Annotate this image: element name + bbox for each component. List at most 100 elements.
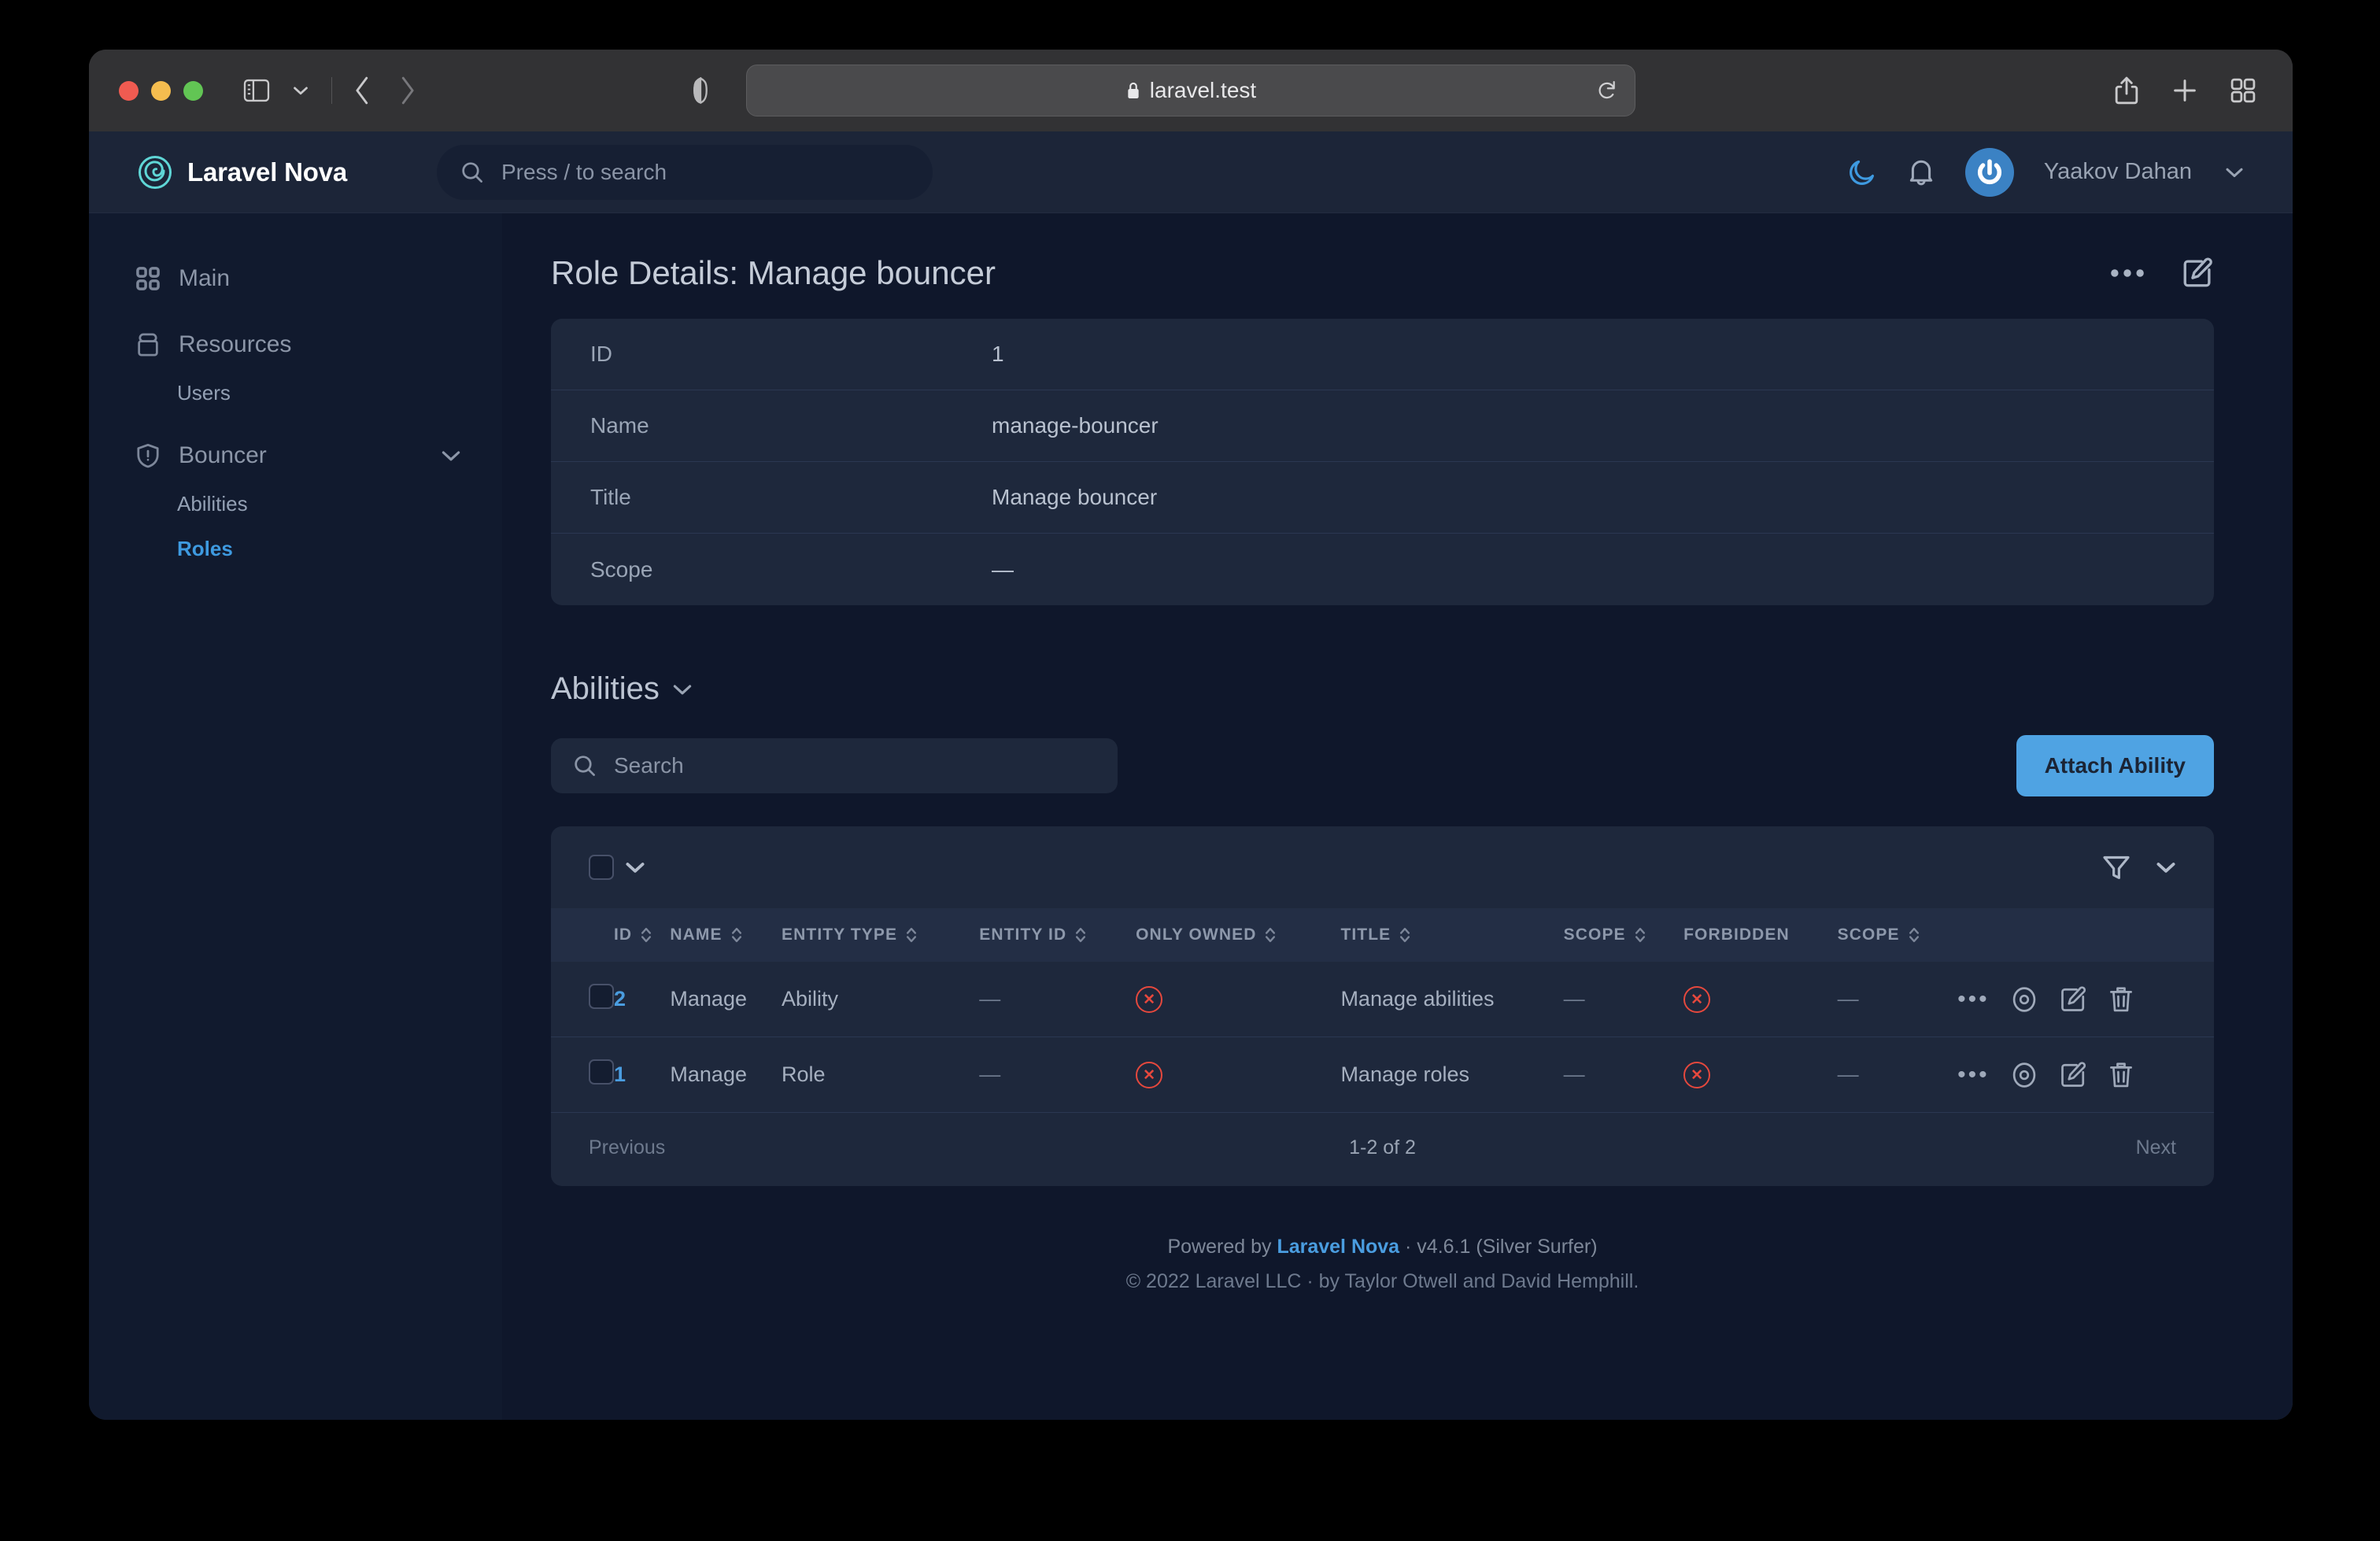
cell-entity-id: — <box>979 962 1136 1037</box>
page-action-buttons <box>2110 257 2214 290</box>
brand-name: Laravel Nova <box>187 157 348 187</box>
pagination-previous-button[interactable]: Previous <box>589 1136 665 1159</box>
sort-caret-icon <box>730 926 743 944</box>
row-edit-pencil-icon[interactable] <box>2059 1061 2087 1089</box>
tab-overview-grid-icon[interactable] <box>2225 72 2261 109</box>
sort-caret-icon <box>1074 926 1087 944</box>
column-title[interactable]: TITLE <box>1340 908 1564 962</box>
user-menu-chevron-down-icon[interactable] <box>2225 166 2244 179</box>
sidebar-item-main[interactable]: Main <box>89 253 502 305</box>
column-entity-type[interactable]: ENTITY TYPE <box>782 908 980 962</box>
sidebar-item-bouncer[interactable]: Bouncer <box>89 430 502 482</box>
cell-name: Manage <box>670 962 782 1037</box>
back-chevron-left-icon[interactable] <box>345 72 381 109</box>
filter-chevron-down-icon[interactable] <box>2156 861 2176 874</box>
user-name: Yaakov Dahan <box>2043 159 2192 184</box>
row-eye-icon[interactable] <box>2010 1061 2038 1089</box>
cell-forbidden: ✕ <box>1683 962 1838 1037</box>
column-entity-id[interactable]: ENTITY ID <box>979 908 1136 962</box>
cell-scope-2: — <box>1837 1037 1958 1113</box>
sidebar-item-abilities[interactable]: Abilities <box>89 482 502 527</box>
column-scope-2[interactable]: SCOPE <box>1837 908 1958 962</box>
new-tab-plus-icon[interactable] <box>2167 72 2203 109</box>
lock-icon <box>1125 81 1141 100</box>
row-eye-icon[interactable] <box>2010 985 2038 1014</box>
row-edit-pencil-icon[interactable] <box>2059 985 2087 1014</box>
table-row[interactable]: 1 Manage Role — ✕ Manage roles — ✕ — ••• <box>551 1037 2214 1113</box>
table-row[interactable]: 2 Manage Ability — ✕ Manage abilities — … <box>551 962 2214 1037</box>
browser-nav-group <box>238 72 425 109</box>
relation-index-card: ID NAME ENTITY TYPE ENTITY ID ONLY OWNED… <box>551 826 2214 1186</box>
share-icon[interactable] <box>2108 72 2145 109</box>
select-all-checkbox[interactable] <box>589 855 614 880</box>
column-only-owned[interactable]: ONLY OWNED <box>1136 908 1341 962</box>
sort-caret-icon <box>1634 926 1646 944</box>
column-scope[interactable]: SCOPE <box>1563 908 1684 962</box>
moon-icon[interactable] <box>1847 157 1877 187</box>
brand-logo-group[interactable]: Laravel Nova <box>138 155 437 190</box>
select-all-chevron-down-icon[interactable] <box>625 861 645 874</box>
sidebar-toggle-icon[interactable] <box>238 72 275 109</box>
footer-powered-line: Powered by Laravel Nova · v4.6.1 (Silver… <box>551 1230 2214 1265</box>
row-ellipsis-icon[interactable]: ••• <box>1957 1062 1990 1086</box>
grid-squares-icon <box>135 265 161 292</box>
cell-id: 2 <box>614 962 671 1037</box>
cell-only-owned: ✕ <box>1136 1037 1341 1113</box>
sidebar-item-roles[interactable]: Roles <box>89 527 502 571</box>
shield-alert-icon <box>135 442 161 469</box>
sort-caret-icon <box>640 926 652 944</box>
relation-section-header: Abilities <box>551 671 2214 707</box>
header-actions: Yaakov Dahan <box>1847 147 2244 197</box>
filter-funnel-icon[interactable] <box>2101 852 2132 883</box>
column-label: ONLY OWNED <box>1136 926 1257 944</box>
minimize-window-button[interactable] <box>151 80 171 101</box>
zoom-window-button[interactable] <box>183 80 203 101</box>
row-id-link[interactable]: 1 <box>614 1062 626 1086</box>
cell-title: Manage roles <box>1340 1037 1564 1113</box>
user-avatar[interactable] <box>1964 147 2014 197</box>
relation-search-input[interactable]: Search <box>551 738 1118 793</box>
main-content: Role Details: Manage bouncer ID 1 Name m… <box>502 213 2293 1420</box>
footer-nova-link[interactable]: Laravel Nova <box>1277 1236 1399 1258</box>
attach-ability-button[interactable]: Attach Ability <box>2016 735 2214 796</box>
sidebar-item-label-main: Main <box>179 265 231 291</box>
row-checkbox[interactable] <box>589 1059 614 1085</box>
sidebar-bouncer-chevron-down-icon[interactable] <box>441 449 461 462</box>
search-icon <box>573 754 597 778</box>
sidebar-item-resources[interactable]: Resources <box>89 319 502 371</box>
x-circle-false-icon: ✕ <box>1683 1062 1711 1089</box>
footer-version: · v4.6.1 (Silver Surfer) <box>1399 1236 1598 1258</box>
global-search-input[interactable]: Press / to search <box>437 144 933 200</box>
row-action-group: ••• <box>1957 1061 2214 1089</box>
column-select <box>551 908 614 962</box>
row-trash-icon[interactable] <box>2108 1061 2134 1089</box>
sidebar-options-chevron-icon[interactable] <box>283 72 319 109</box>
sidebar-item-users[interactable]: Users <box>89 371 502 416</box>
address-bar[interactable]: laravel.test <box>693 65 1635 116</box>
reload-icon[interactable] <box>1597 79 1617 102</box>
relation-chevron-down-icon[interactable] <box>672 683 693 696</box>
edit-pencil-icon[interactable] <box>2181 257 2214 290</box>
detail-label: ID <box>590 342 612 366</box>
table-header-row: ID NAME ENTITY TYPE ENTITY ID ONLY OWNED… <box>551 908 2214 962</box>
index-toolbar <box>551 826 2214 908</box>
column-id[interactable]: ID <box>614 908 671 962</box>
bell-icon[interactable] <box>1907 157 1935 187</box>
cell-id: 1 <box>614 1037 671 1113</box>
detail-label: Name <box>590 413 649 438</box>
row-id-link[interactable]: 2 <box>614 987 626 1011</box>
forward-chevron-right-icon[interactable] <box>389 72 425 109</box>
sort-caret-icon <box>1264 926 1277 944</box>
column-label: ENTITY TYPE <box>782 926 898 944</box>
more-actions-ellipsis-icon[interactable] <box>2110 268 2145 279</box>
cell-scope: — <box>1563 1037 1684 1113</box>
detail-value: Manage bouncer <box>992 485 1158 509</box>
pagination-next-button[interactable]: Next <box>2136 1136 2176 1159</box>
row-ellipsis-icon[interactable]: ••• <box>1957 987 1990 1011</box>
cell-only-owned: ✕ <box>1136 962 1341 1037</box>
row-trash-icon[interactable] <box>2108 985 2134 1014</box>
row-checkbox[interactable] <box>589 984 614 1009</box>
privacy-shield-icon[interactable] <box>692 77 709 104</box>
column-name[interactable]: NAME <box>670 908 782 962</box>
close-window-button[interactable] <box>119 80 139 101</box>
